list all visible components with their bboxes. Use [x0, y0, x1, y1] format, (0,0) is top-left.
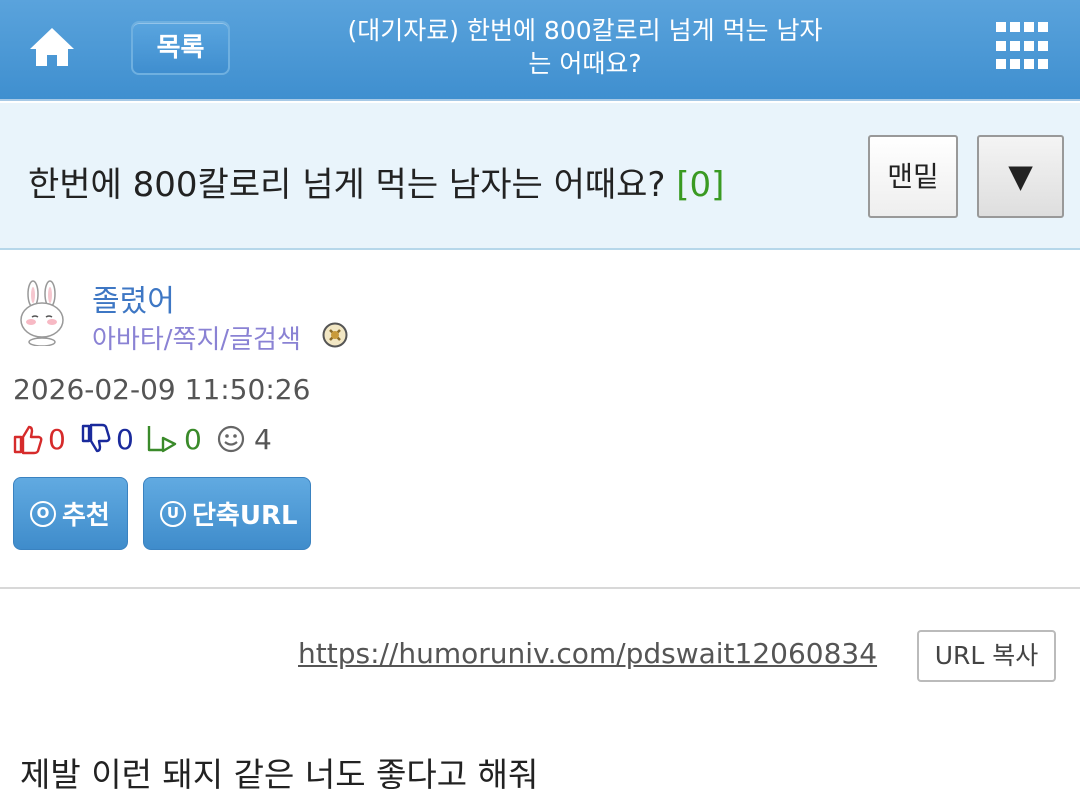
- author-links[interactable]: 아바타/쪽지/글검색: [92, 319, 301, 356]
- badge-icon: [322, 322, 348, 348]
- header-title-line1: (대기자료) 한번에 800칼로리 넘게 먹는 남자: [347, 16, 823, 45]
- url-copy-button[interactable]: URL 복사: [917, 630, 1056, 682]
- top-header-bar: 목록 (대기자료) 한번에 800칼로리 넘게 먹는 남자 는 어때요?: [0, 0, 1080, 101]
- short-url-icon: U: [160, 500, 186, 527]
- dislike-stat[interactable]: 0: [80, 422, 134, 456]
- recommend-icon: O: [30, 500, 56, 527]
- grid-menu-icon[interactable]: [996, 22, 1048, 74]
- post-url-link[interactable]: https://humoruniv.com/pdswait12060834: [298, 637, 877, 670]
- share-arrow-icon: [147, 426, 177, 453]
- short-url-button[interactable]: U 단축URL: [143, 477, 311, 550]
- share-count: 0: [184, 422, 202, 456]
- post-date: 2026-02-09 11:50:26: [13, 373, 311, 406]
- section-divider: [0, 587, 1080, 589]
- header-title: (대기자료) 한번에 800칼로리 넘게 먹는 남자 는 어때요?: [300, 14, 870, 80]
- post-title-text: 한번에 800칼로리 넘게 먹는 남자는 어때요?: [28, 165, 666, 205]
- share-stat[interactable]: 0: [146, 422, 202, 456]
- like-count: 0: [48, 422, 66, 456]
- views-stat: 4: [216, 422, 272, 456]
- rabbit-avatar[interactable]: [18, 280, 68, 347]
- header-title-line2: 는 어때요?: [528, 49, 642, 78]
- recommend-label: 추천: [62, 501, 110, 531]
- smiley-icon: [217, 425, 245, 453]
- thumbs-down-icon: [81, 423, 111, 453]
- like-stat[interactable]: 0: [12, 422, 66, 456]
- thumbs-up-icon: [13, 425, 43, 455]
- home-icon[interactable]: [26, 22, 78, 74]
- dislike-count: 0: [116, 422, 134, 456]
- views-count: 4: [254, 422, 272, 456]
- recommend-button[interactable]: O 추천: [13, 477, 128, 550]
- comment-count[interactable]: [0]: [676, 165, 724, 205]
- post-body-text: 제발 이런 돼지 같은 너도 좋다고 해줘: [20, 755, 539, 794]
- post-title: 한번에 800칼로리 넘게 먹는 남자는 어때요? [0]: [28, 157, 724, 206]
- author-name[interactable]: 졸렸어: [92, 276, 175, 320]
- down-arrow-button[interactable]: ▼: [977, 135, 1064, 218]
- scroll-bottom-button[interactable]: 맨밑: [868, 135, 958, 218]
- list-button[interactable]: 목록: [131, 21, 230, 75]
- post-title-band: 한번에 800칼로리 넘게 먹는 남자는 어때요? [0] 맨밑 ▼: [0, 103, 1080, 250]
- short-url-label: 단축URL: [192, 501, 298, 531]
